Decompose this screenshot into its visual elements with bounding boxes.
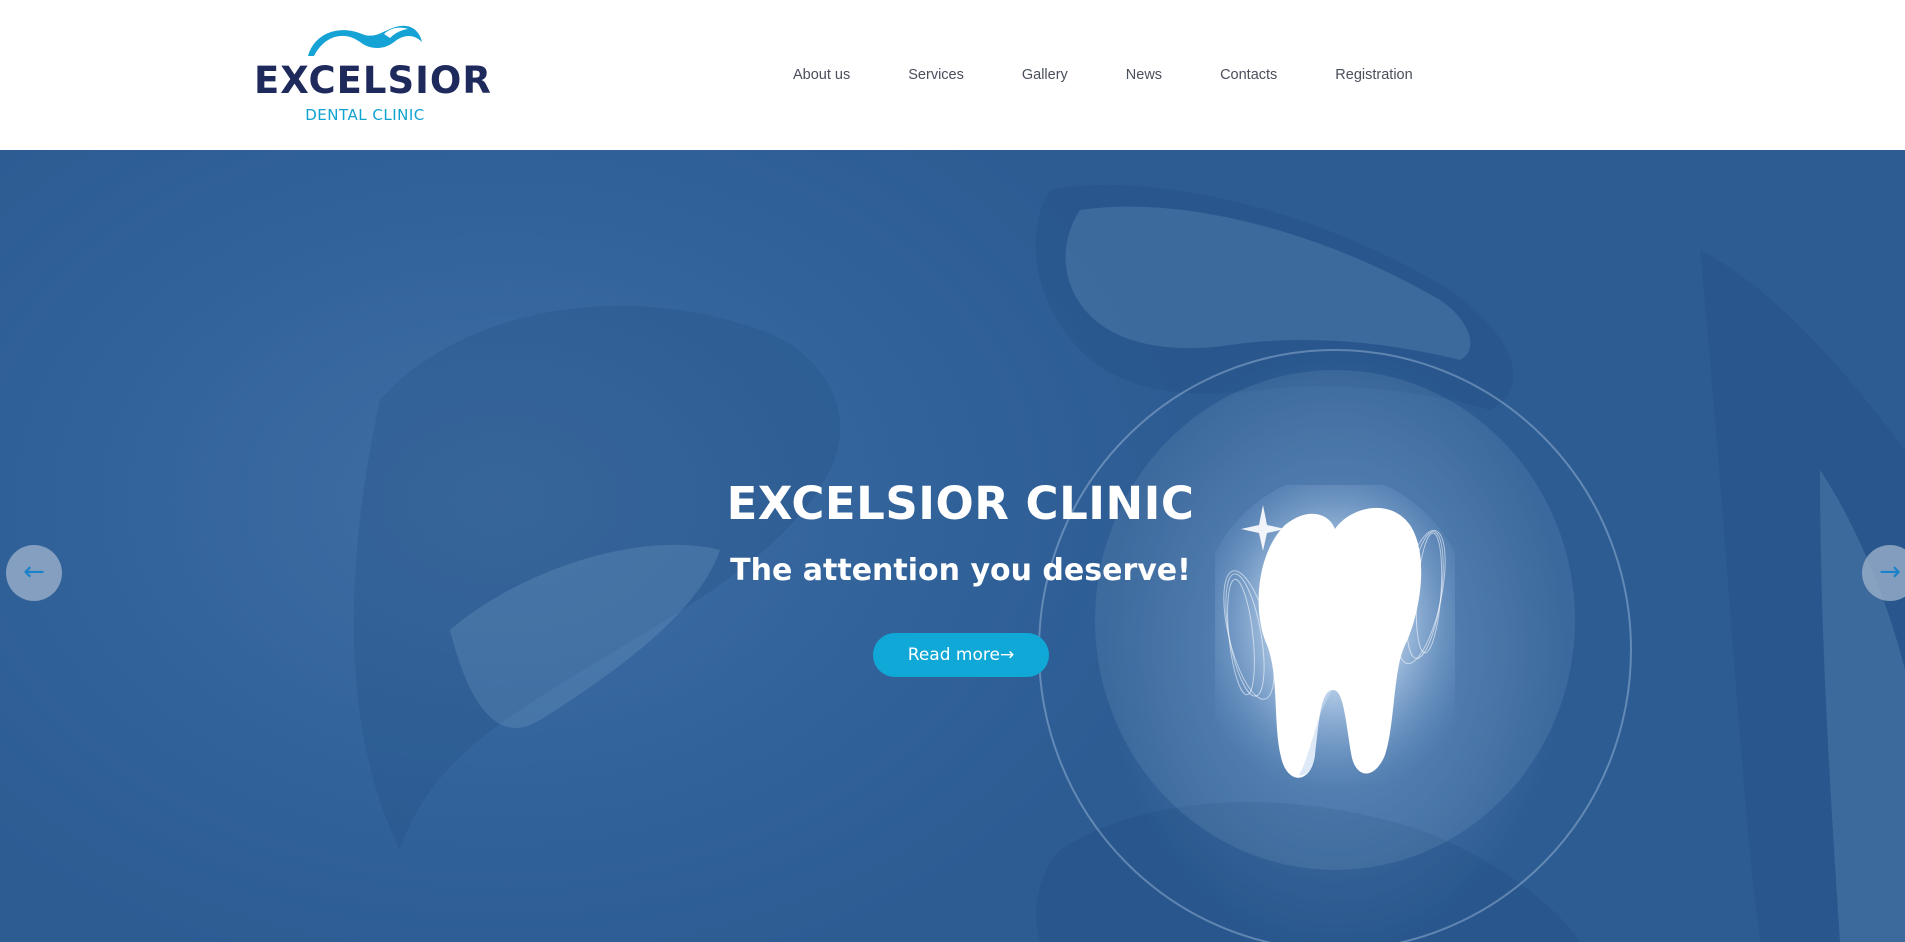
brand-tagline: DENTAL CLINIC bbox=[305, 106, 425, 124]
logo[interactable]: EXCELSIOR DENTAL CLINIC bbox=[254, 20, 492, 126]
nav-item-registration[interactable]: Registration bbox=[1306, 62, 1441, 88]
hero-background-image bbox=[353, 184, 1905, 942]
nav-item-gallery[interactable]: Gallery bbox=[993, 62, 1097, 88]
site-header: EXCELSIOR DENTAL CLINIC About us Service… bbox=[0, 0, 1905, 150]
nav-item-contacts[interactable]: Contacts bbox=[1191, 62, 1306, 88]
nav-item-about[interactable]: About us bbox=[764, 62, 879, 88]
read-more-button[interactable]: Read more→ bbox=[873, 633, 1049, 677]
wave-icon bbox=[308, 25, 422, 56]
nav-item-news[interactable]: News bbox=[1097, 62, 1191, 88]
main-nav: About us Services Gallery News Contacts … bbox=[764, 62, 1442, 88]
hero-title: EXCELSIOR CLINIC bbox=[726, 477, 1195, 530]
tooth-icon bbox=[1215, 485, 1455, 785]
hero-subtitle: The attention you deserve! bbox=[730, 553, 1191, 588]
brand-name: EXCELSIOR bbox=[254, 59, 492, 102]
arrow-left-icon[interactable]: ← bbox=[6, 545, 62, 601]
nav-item-services[interactable]: Services bbox=[879, 62, 993, 88]
hero-slider: EXCELSIOR CLINIC The attention you deser… bbox=[0, 150, 1905, 942]
